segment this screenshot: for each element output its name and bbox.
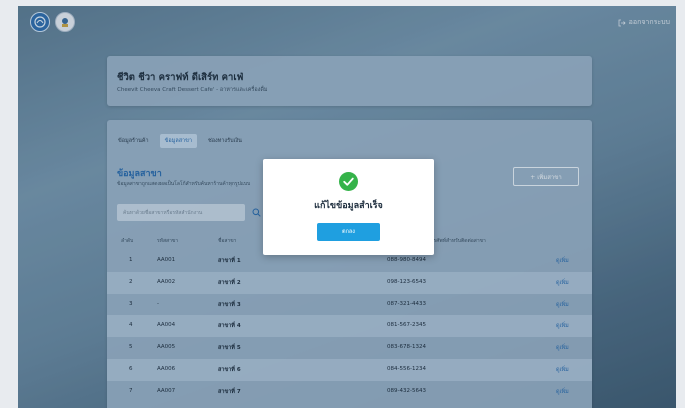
confirm-button[interactable]: ตกลง — [317, 223, 380, 241]
success-dialog: แก้ไขข้อมูลสำเร็จ ตกลง — [263, 159, 434, 255]
check-circle-icon — [339, 172, 358, 191]
dialog-title: แก้ไขข้อมูลสำเร็จ — [314, 201, 383, 211]
